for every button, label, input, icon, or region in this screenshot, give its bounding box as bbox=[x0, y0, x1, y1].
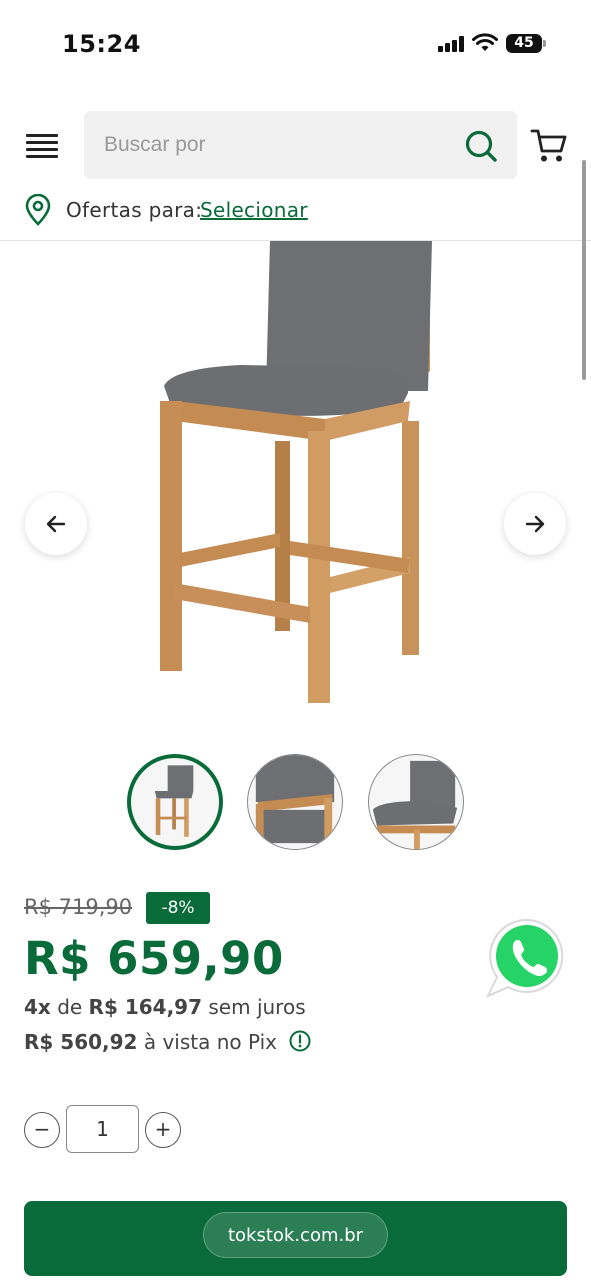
thumbnail-3[interactable] bbox=[368, 754, 464, 850]
status-time: 15:24 bbox=[62, 30, 141, 58]
wifi-icon bbox=[472, 33, 498, 51]
installments-line: 4x de R$ 164,97 sem juros bbox=[24, 995, 306, 1019]
quantity-input[interactable] bbox=[66, 1105, 139, 1153]
whatsapp-icon[interactable] bbox=[486, 916, 568, 998]
browser-domain-pill[interactable]: tokstok.com.br bbox=[203, 1212, 388, 1258]
discount-badge: -8% bbox=[146, 892, 210, 924]
offers-location-row[interactable]: Ofertas para: Selecionar bbox=[24, 194, 544, 226]
scrollbar[interactable] bbox=[582, 160, 586, 380]
installment-amount: R$ 164,97 bbox=[88, 995, 203, 1019]
cart-icon[interactable] bbox=[530, 128, 568, 164]
prev-image-button[interactable] bbox=[25, 493, 87, 555]
pix-amount: R$ 560,92 bbox=[24, 1030, 138, 1054]
thumbnail-backrest-image bbox=[255, 755, 335, 849]
thumbnail-chair-image bbox=[154, 765, 194, 837]
pix-suffix: à vista no Pix bbox=[143, 1030, 277, 1054]
select-location-link[interactable]: Selecionar bbox=[200, 198, 308, 222]
installment-suffix: sem juros bbox=[208, 995, 306, 1019]
pix-price-line: R$ 560,92 à vista no Pix bbox=[24, 1030, 311, 1054]
battery-nub bbox=[543, 40, 546, 47]
thumbnail-2[interactable] bbox=[247, 754, 343, 850]
current-price: R$ 659,90 bbox=[24, 932, 284, 985]
battery-icon: 45 bbox=[506, 34, 542, 53]
status-bar: 15:24 45 bbox=[0, 0, 591, 88]
battery-level: 45 bbox=[514, 35, 534, 51]
quantity-increase-button[interactable]: + bbox=[145, 1112, 181, 1148]
signal-icon bbox=[438, 36, 466, 52]
thumbnail-seat-image bbox=[372, 760, 458, 849]
offers-label: Ofertas para: bbox=[66, 198, 203, 222]
search-icon[interactable] bbox=[464, 129, 498, 163]
search-bar[interactable] bbox=[84, 111, 517, 179]
installment-connector: de bbox=[57, 995, 83, 1019]
location-pin-icon bbox=[25, 194, 51, 226]
next-image-button[interactable] bbox=[504, 493, 566, 555]
thumbnail-1[interactable] bbox=[127, 754, 223, 850]
installment-count: 4x bbox=[24, 995, 51, 1019]
info-icon[interactable] bbox=[289, 1030, 311, 1052]
product-image bbox=[160, 241, 432, 703]
quantity-decrease-button[interactable]: − bbox=[24, 1112, 60, 1148]
arrow-right-icon bbox=[525, 515, 545, 533]
menu-icon[interactable] bbox=[26, 134, 58, 158]
old-price: R$ 719,90 bbox=[24, 895, 133, 919]
search-input[interactable] bbox=[104, 129, 444, 161]
arrow-left-icon bbox=[46, 515, 66, 533]
